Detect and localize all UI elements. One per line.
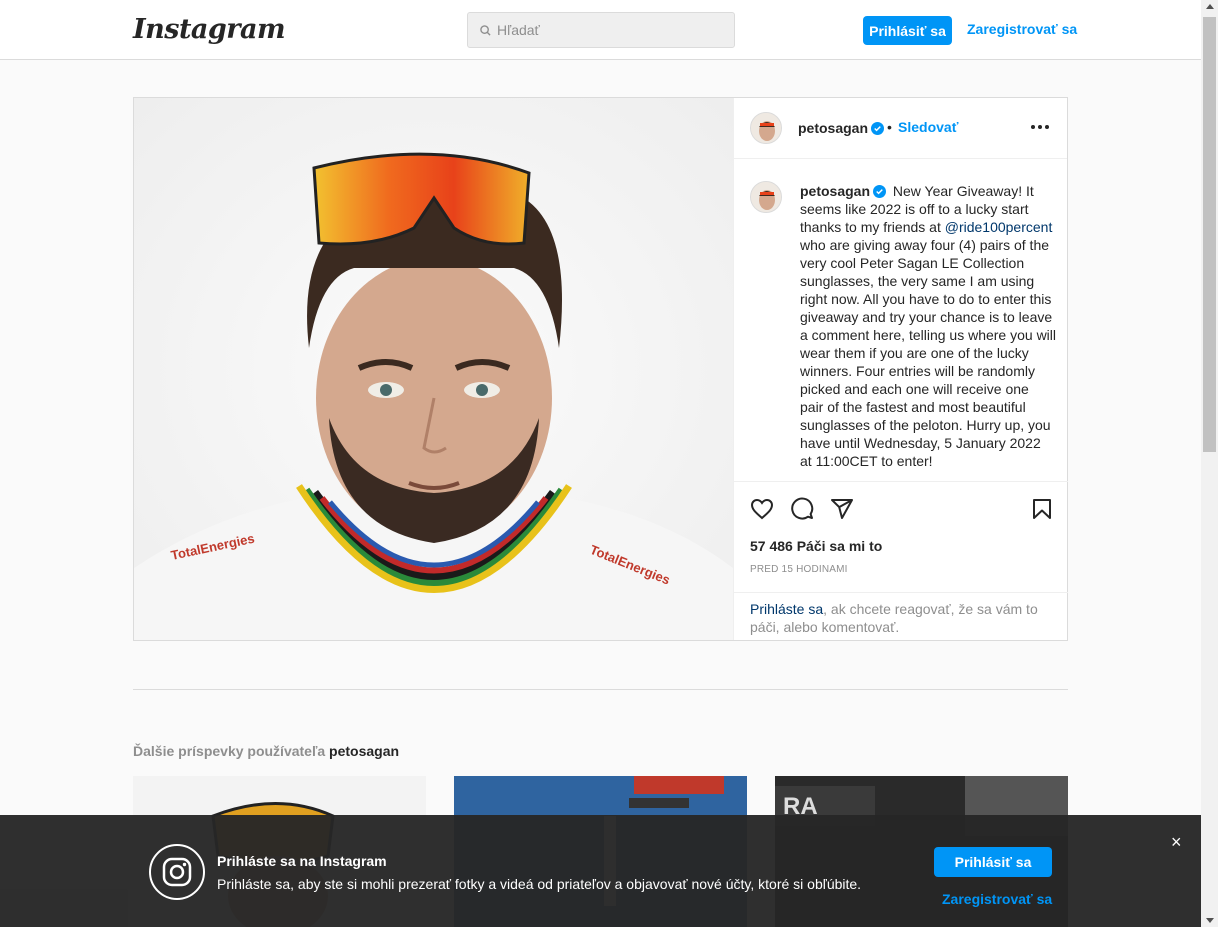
search-box[interactable]	[467, 12, 735, 48]
instagram-logo[interactable]: Instagram	[133, 14, 286, 45]
login-button[interactable]: Prihlásiť sa	[863, 16, 952, 45]
share-icon[interactable]	[830, 497, 854, 521]
scroll-thumb[interactable]	[1203, 17, 1216, 452]
scroll-down-arrow-icon[interactable]	[1206, 918, 1214, 923]
post-image[interactable]: TotalEnergies TotalEnergies	[134, 98, 733, 640]
top-navigation: Instagram Prihlásiť sa Zaregistrovať sa	[0, 0, 1201, 60]
caption-body-rest: who are giving away four (4) pairs of th…	[800, 237, 1057, 469]
more-options-icon[interactable]	[1031, 125, 1049, 129]
banner-login-button[interactable]: Prihlásiť sa	[934, 847, 1052, 877]
separator-dot: •	[887, 119, 892, 135]
post-username[interactable]: petosagan	[798, 120, 885, 136]
bookmark-icon[interactable]	[1030, 497, 1054, 521]
post-card: TotalEnergies TotalEnergies petosagan • …	[133, 97, 1068, 641]
likes-count[interactable]: 57 486 Páči sa mi to	[750, 538, 882, 554]
post-photo-illustration: TotalEnergies TotalEnergies	[134, 98, 733, 640]
comment-login-prompt: Prihláste sa, ak chcete reagovať, že sa …	[734, 592, 1068, 640]
instagram-glyph-icon	[149, 844, 205, 900]
verified-badge-icon	[873, 185, 887, 198]
follow-button[interactable]: Sledovať	[898, 119, 958, 135]
section-divider	[133, 689, 1068, 690]
more-posts-title: Ďalšie príspevky používateľa petosagan	[133, 743, 400, 759]
banner-register-link[interactable]: Zaregistrovať sa	[942, 891, 1052, 907]
post-sidebar: petosagan • Sledovať petosagan New Year …	[733, 98, 1068, 640]
banner-title: Prihláste sa na Instagram	[217, 853, 387, 869]
search-icon	[480, 24, 491, 36]
caption-username[interactable]: petosagan	[800, 183, 887, 199]
avatar[interactable]	[750, 112, 782, 144]
post-actions: 57 486 Páči sa mi to PRED 15 HODINAMI	[734, 482, 1068, 592]
scroll-up-arrow-icon[interactable]	[1206, 4, 1214, 9]
caption-text: petosagan New Year Giveaway! It seems li…	[800, 182, 1056, 470]
mention-link[interactable]: @ride100percent	[945, 219, 1053, 235]
banner-text: Prihláste sa, aby ste si mohli prezerať …	[217, 876, 862, 892]
login-banner: Prihláste sa na Instagram Prihláste sa, …	[0, 815, 1201, 927]
post-header: petosagan • Sledovať	[734, 98, 1067, 159]
avatar[interactable]	[750, 181, 782, 213]
search-input[interactable]	[497, 22, 717, 38]
page-scrollbar[interactable]	[1201, 0, 1218, 927]
close-icon[interactable]: ×	[1171, 833, 1182, 851]
comment-icon[interactable]	[790, 497, 814, 521]
register-link[interactable]: Zaregistrovať sa	[967, 21, 1077, 37]
verified-badge-icon	[871, 122, 885, 135]
more-posts-username[interactable]: petosagan	[329, 743, 399, 759]
login-link[interactable]: Prihláste sa	[750, 601, 823, 617]
heart-icon[interactable]	[750, 497, 774, 521]
post-timestamp: PRED 15 HODINAMI	[750, 564, 848, 575]
